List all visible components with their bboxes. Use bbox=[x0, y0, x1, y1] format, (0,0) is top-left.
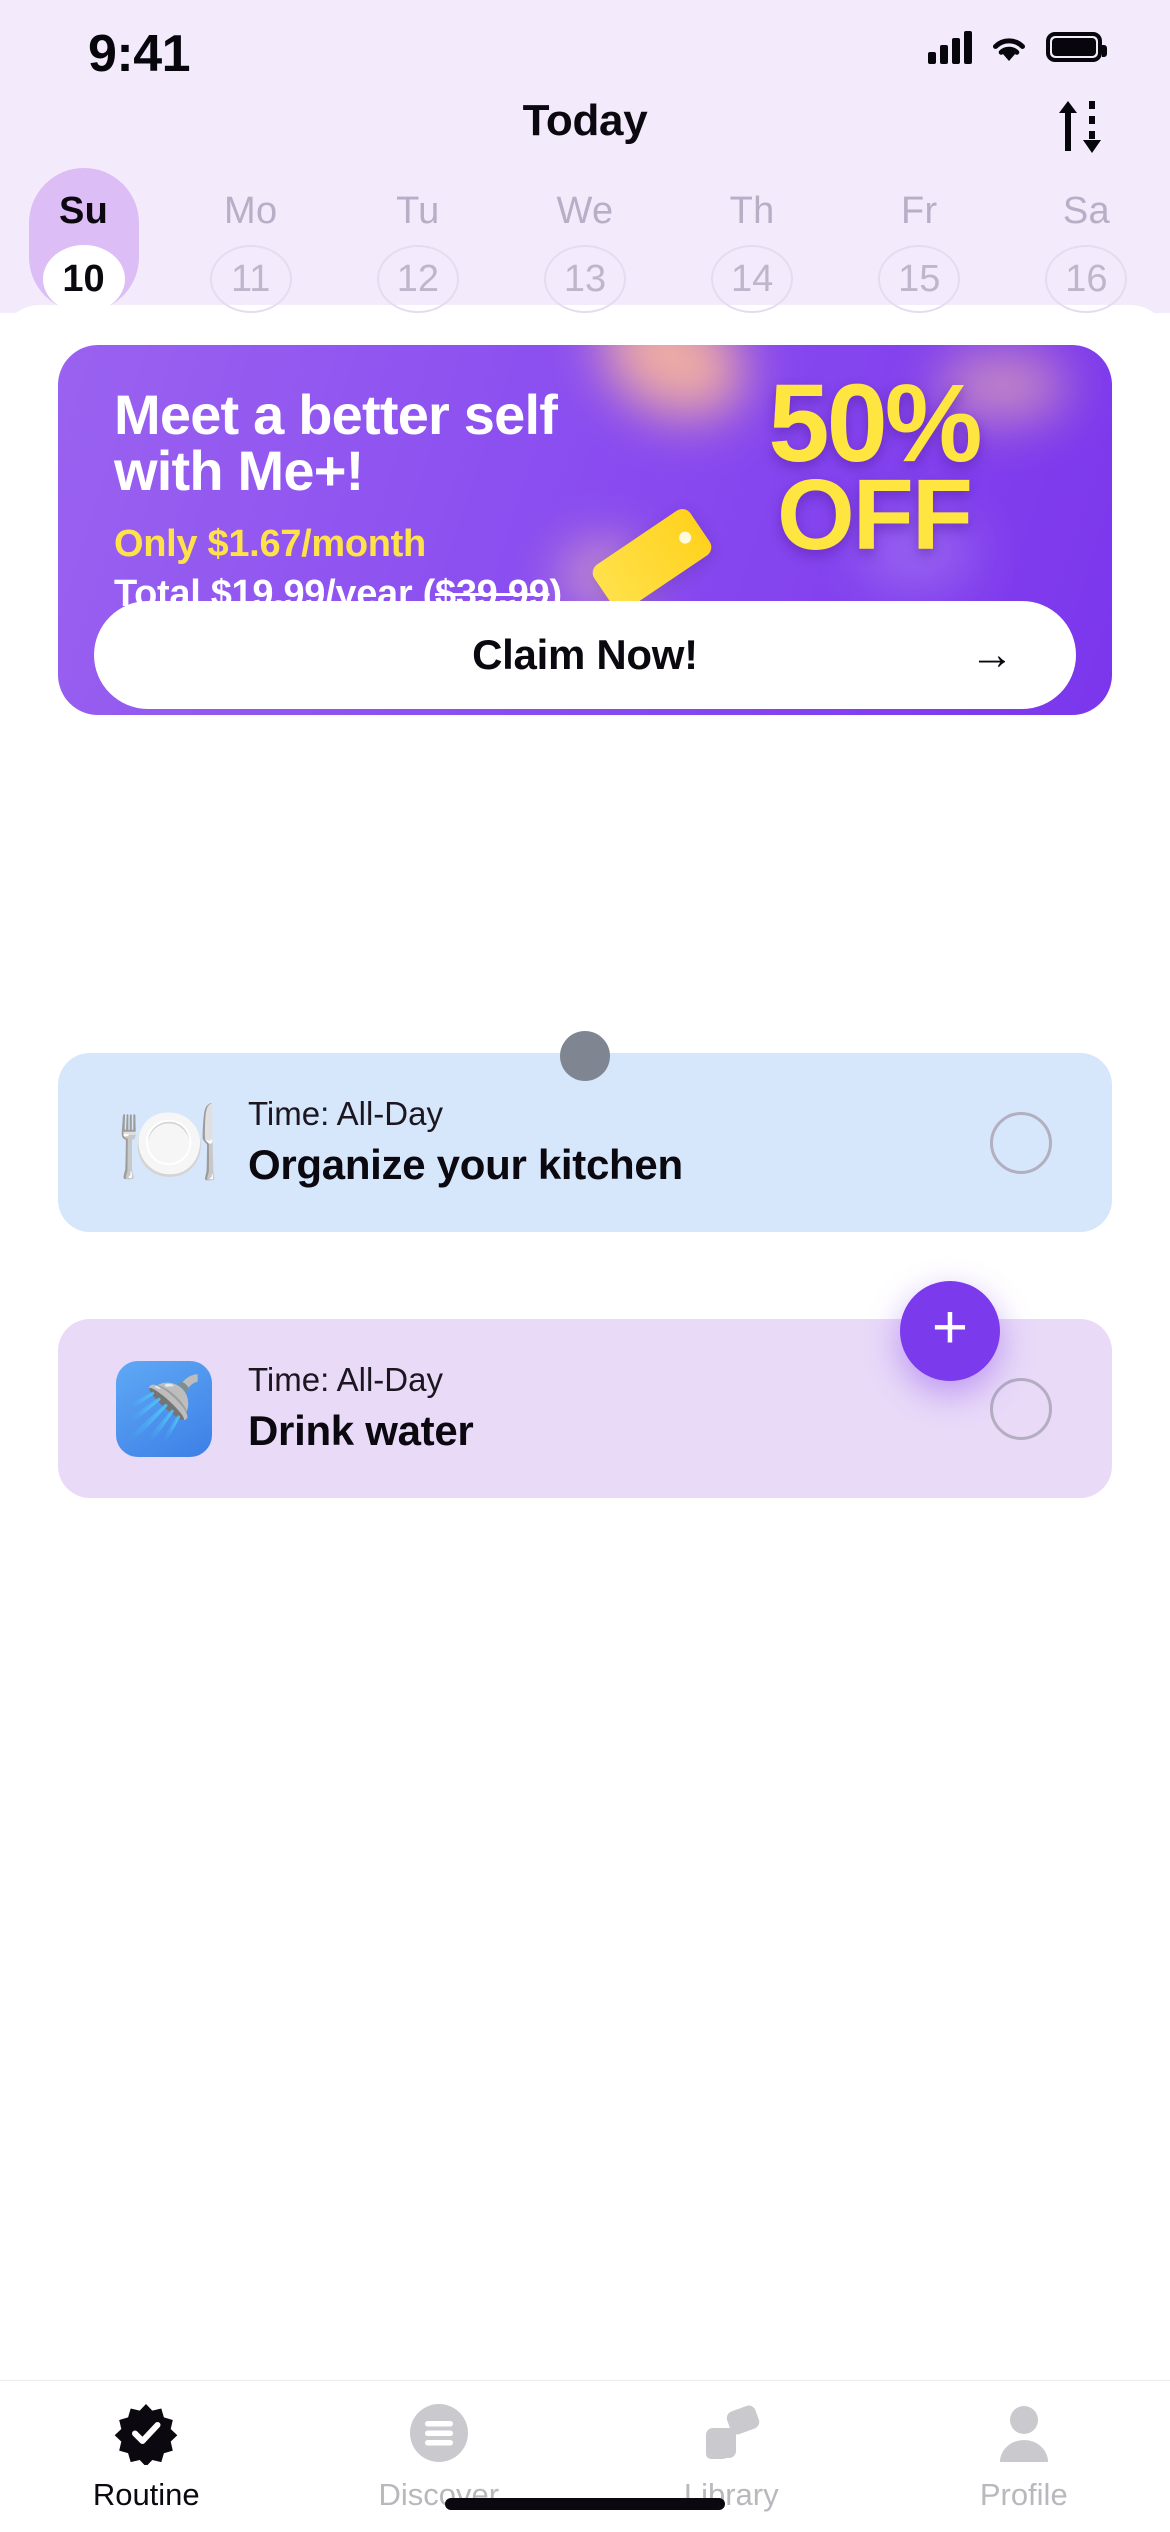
content-sheet: Meet a better self with Me+! Only $1.67/… bbox=[0, 305, 1170, 2532]
sort-button[interactable] bbox=[1044, 92, 1116, 164]
battery-icon bbox=[1046, 32, 1107, 62]
plus-icon: + bbox=[931, 1293, 969, 1362]
person-icon bbox=[994, 2397, 1054, 2469]
tab-library[interactable]: Library bbox=[585, 2381, 878, 2513]
tab-label: Profile bbox=[979, 2477, 1068, 2512]
week-day-2[interactable]: Tu 12 bbox=[334, 172, 501, 313]
week-day-number: 11 bbox=[209, 245, 292, 313]
task-time: Time: All-Day bbox=[248, 1095, 443, 1132]
task-complete-checkbox[interactable] bbox=[990, 1377, 1052, 1440]
arrow-right-icon: → bbox=[970, 630, 1014, 679]
faucet-water-icon: 🚿 bbox=[116, 1360, 212, 1457]
promo-headline: Meet a better self with Me+! bbox=[114, 383, 558, 502]
page-title: Today bbox=[522, 96, 648, 145]
week-day-4[interactable]: Th 14 bbox=[669, 172, 836, 313]
tab-profile[interactable]: Profile bbox=[878, 2381, 1170, 2513]
week-day-label: Su bbox=[58, 190, 109, 232]
week-day-number: 14 bbox=[711, 245, 794, 313]
tab-routine[interactable]: Routine bbox=[0, 2381, 293, 2513]
task-title: Organize your kitchen bbox=[248, 1141, 683, 1188]
status-bar: 9:41 bbox=[0, 0, 1170, 100]
task-complete-checkbox[interactable] bbox=[990, 1111, 1052, 1174]
task-time: Time: All-Day bbox=[248, 1361, 443, 1398]
add-task-fab[interactable]: + bbox=[900, 1281, 1000, 1381]
week-day-1[interactable]: Mo 11 bbox=[167, 172, 334, 313]
task-title: Drink water bbox=[248, 1407, 474, 1454]
discount-badge: 50% OFF bbox=[674, 362, 1074, 571]
promo-monthly-price: Only $1.67/month bbox=[114, 523, 426, 565]
discount-percent: 50% bbox=[768, 362, 982, 485]
plate-fork-knife-icon: 🍽️ bbox=[116, 1095, 221, 1190]
badge-check-icon bbox=[114, 2397, 178, 2469]
week-day-label: Mo bbox=[224, 190, 278, 232]
week-day-5[interactable]: Fr 15 bbox=[836, 172, 1003, 313]
tab-discover[interactable]: Discover bbox=[293, 2381, 586, 2513]
status-bar-indicators bbox=[928, 30, 1107, 64]
claim-now-label: Claim Now! bbox=[472, 631, 698, 678]
week-day-number: 16 bbox=[1045, 245, 1128, 313]
week-day-0[interactable]: Su 10 bbox=[0, 168, 167, 313]
week-day-strip[interactable]: Su 10 Mo 11 Tu 12 We 13 Th 14 Fr 15 Sa 1… bbox=[0, 168, 1170, 313]
top-lavender-area: 9:41 Today Su 10 Mo 11 Tu 12 We 13 Th 14… bbox=[0, 0, 1170, 313]
week-day-number: 10 bbox=[42, 245, 125, 313]
week-day-number: 12 bbox=[376, 245, 459, 313]
task-card-organize-kitchen[interactable]: 🍽️ Time: All-Day Organize your kitchen bbox=[58, 1031, 1112, 1232]
faucet-water-glyph: 🚿 bbox=[116, 1360, 212, 1457]
promo-banner[interactable]: Meet a better self with Me+! Only $1.67/… bbox=[58, 345, 1112, 715]
app-header: Today bbox=[0, 96, 1170, 164]
week-day-label: Th bbox=[729, 190, 775, 232]
week-day-6[interactable]: Sa 16 bbox=[1003, 172, 1170, 313]
drag-handle[interactable] bbox=[560, 1031, 610, 1081]
claim-now-button[interactable]: Claim Now! → bbox=[94, 601, 1076, 709]
discount-off-label: OFF bbox=[777, 458, 973, 571]
week-day-number: 13 bbox=[543, 245, 626, 313]
week-day-label: Tu bbox=[396, 190, 440, 232]
home-indicator bbox=[445, 2498, 725, 2510]
week-day-3[interactable]: We 13 bbox=[501, 172, 668, 313]
tab-label: Routine bbox=[92, 2477, 200, 2512]
week-day-label: Sa bbox=[1062, 190, 1110, 232]
week-day-number: 15 bbox=[878, 245, 961, 313]
status-bar-time: 9:41 bbox=[88, 25, 191, 83]
week-day-label: Fr bbox=[901, 190, 938, 232]
week-day-label: We bbox=[556, 190, 614, 232]
sort-arrows-icon bbox=[1052, 95, 1108, 162]
list-circle-icon bbox=[408, 2397, 470, 2469]
bookmark-tag-icon bbox=[698, 2397, 764, 2469]
wifi-icon bbox=[988, 30, 1030, 64]
cellular-signal-icon bbox=[928, 30, 972, 64]
